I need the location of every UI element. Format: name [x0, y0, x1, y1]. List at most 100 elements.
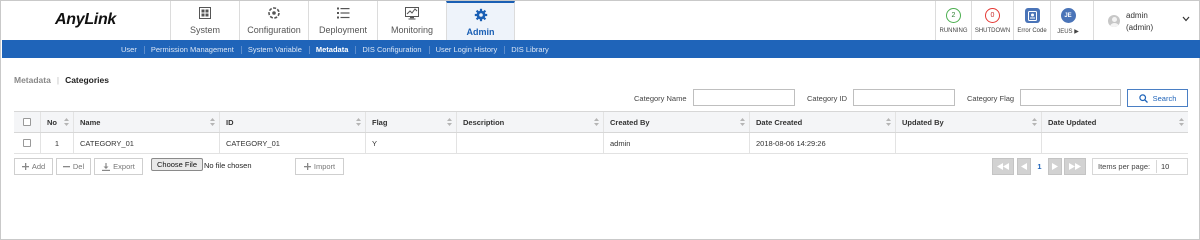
subnav-item-dis-configuration[interactable]: DIS Configuration — [355, 45, 428, 54]
nav-admin[interactable]: Admin — [446, 1, 515, 40]
sort-icon — [1179, 118, 1184, 126]
search-icon — [1138, 93, 1148, 103]
select-all-cell — [14, 112, 41, 132]
column-header-label: Date Updated — [1048, 117, 1097, 127]
minus-icon — [62, 166, 70, 168]
app-logo: AnyLink — [55, 11, 117, 28]
column-header-name[interactable]: Name — [74, 112, 220, 132]
subnav-item-user-login-history[interactable]: User Login History — [428, 45, 505, 54]
category-id-input[interactable] — [853, 89, 955, 106]
user-name-block: admin (admin) — [1126, 10, 1153, 34]
grid-icon — [198, 6, 212, 20]
user-role: (admin) — [1126, 23, 1154, 32]
cell-flag: Y — [366, 133, 457, 153]
shutdown-count: 0 — [985, 8, 1000, 23]
next-page-button[interactable] — [1048, 158, 1062, 175]
avatar — [1108, 15, 1120, 27]
select-all-checkbox[interactable] — [23, 118, 31, 126]
import-button-label: Import — [313, 162, 336, 171]
cell-name: CATEGORY_01 — [74, 133, 220, 153]
gear-icon — [474, 8, 488, 22]
breadcrumb-parent[interactable]: Metadata — [14, 75, 51, 85]
app-window: AnyLink System Configuration Deployment — [0, 0, 1200, 240]
file-status: No file chosen — [204, 161, 252, 170]
status-bar: 2 RUNNING 0 SHUTDOWN Error Code JE JEUS … — [935, 1, 1085, 40]
nav-label: Monitoring — [390, 25, 434, 35]
running-status[interactable]: 2 RUNNING — [935, 1, 971, 40]
items-per-page-select[interactable]: 10 — [1156, 160, 1188, 173]
column-header-created-by[interactable]: Created By — [604, 112, 750, 132]
import-button[interactable]: Import — [295, 158, 344, 175]
user-menu[interactable]: admin (admin) — [1093, 1, 1199, 40]
sort-icon — [594, 118, 599, 126]
monitor-icon — [405, 6, 419, 20]
nav-label: Admin — [466, 27, 495, 37]
table-row[interactable]: 1 CATEGORY_01 CATEGORY_01 Y admin 2018-0… — [14, 133, 1188, 154]
categories-table: No Name ID Flag Description Created By D… — [14, 111, 1188, 154]
sort-icon — [356, 118, 361, 126]
column-header-label: ID — [226, 117, 234, 127]
double-chevron-right-icon — [1069, 163, 1081, 170]
nav-configuration[interactable]: Configuration — [239, 1, 308, 40]
nav-system[interactable]: System — [170, 1, 239, 40]
prev-page-button[interactable] — [1017, 158, 1031, 175]
export-button[interactable]: Export — [94, 158, 143, 175]
subnav-item-system-variable[interactable]: System Variable — [240, 45, 309, 54]
subnav-item-metadata[interactable]: Metadata — [308, 45, 356, 54]
column-header-label: Name — [80, 117, 101, 127]
search-button[interactable]: Search — [1127, 89, 1188, 107]
category-flag-input[interactable] — [1020, 89, 1121, 106]
last-page-button[interactable] — [1064, 158, 1086, 175]
jeus-button[interactable]: JE JEUS ▶ — [1050, 1, 1085, 40]
cell-created-by: admin — [604, 133, 750, 153]
category-name-input[interactable] — [693, 89, 795, 106]
user-name: admin — [1126, 11, 1148, 20]
error-code-button[interactable]: Error Code — [1013, 1, 1050, 40]
column-header-description[interactable]: Description — [457, 112, 604, 132]
top-header: AnyLink System Configuration Deployment — [1, 1, 1199, 40]
items-per-page-label: Items per page: — [1098, 162, 1151, 171]
column-header-label: Created By — [610, 117, 650, 127]
cell-id: CATEGORY_01 — [220, 133, 366, 153]
cell-no: 1 — [41, 133, 74, 153]
column-header-updated-by[interactable]: Updated By — [896, 112, 1042, 132]
column-header-label: No — [47, 117, 57, 127]
category-flag-label: Category Flag — [967, 94, 1015, 103]
main-nav: System Configuration Deployment Monitori… — [170, 1, 515, 40]
running-label: RUNNING — [939, 28, 968, 34]
first-page-button[interactable] — [992, 158, 1014, 175]
sort-icon — [447, 118, 452, 126]
jeus-label: JEUS ▶ — [1057, 29, 1079, 35]
subnav-item-dis-library[interactable]: DIS Library — [504, 45, 556, 54]
column-header-flag[interactable]: Flag — [366, 112, 457, 132]
chevron-left-icon — [1021, 163, 1027, 170]
double-chevron-left-icon — [997, 163, 1009, 170]
cell-date-created: 2018-08-06 14:29:26 — [750, 133, 896, 153]
sort-icon — [740, 118, 745, 126]
column-header-label: Description — [463, 117, 505, 127]
subnav-item-user[interactable]: User — [114, 45, 144, 54]
column-header-id[interactable]: ID — [220, 112, 366, 132]
current-page[interactable]: 1 — [1033, 158, 1046, 175]
nav-monitoring[interactable]: Monitoring — [377, 1, 446, 40]
column-header-date-created[interactable]: Date Created — [750, 112, 896, 132]
subnav-item-permission-management[interactable]: Permission Management — [143, 45, 241, 54]
column-header-date-updated[interactable]: Date Updated — [1042, 112, 1188, 132]
table-header-row: No Name ID Flag Description Created By D… — [14, 112, 1188, 133]
cell-description — [457, 133, 604, 153]
add-button[interactable]: Add — [14, 158, 53, 175]
breadcrumb-separator: | — [56, 75, 60, 85]
delete-button[interactable]: Del — [56, 158, 91, 175]
shutdown-label: SHUTDOWN — [974, 28, 1011, 34]
row-checkbox[interactable] — [23, 139, 31, 147]
column-header-no[interactable]: No — [41, 112, 74, 132]
choose-file-button[interactable]: Choose File — [151, 158, 204, 171]
nav-deployment[interactable]: Deployment — [308, 1, 377, 40]
nav-label: Configuration — [247, 25, 301, 35]
category-id-label: Category ID — [807, 94, 848, 103]
sort-icon — [886, 118, 891, 126]
cell-updated-by — [896, 133, 1042, 153]
shutdown-status[interactable]: 0 SHUTDOWN — [971, 1, 1013, 40]
chevron-down-icon — [1182, 15, 1190, 24]
column-header-label: Flag — [372, 117, 388, 127]
